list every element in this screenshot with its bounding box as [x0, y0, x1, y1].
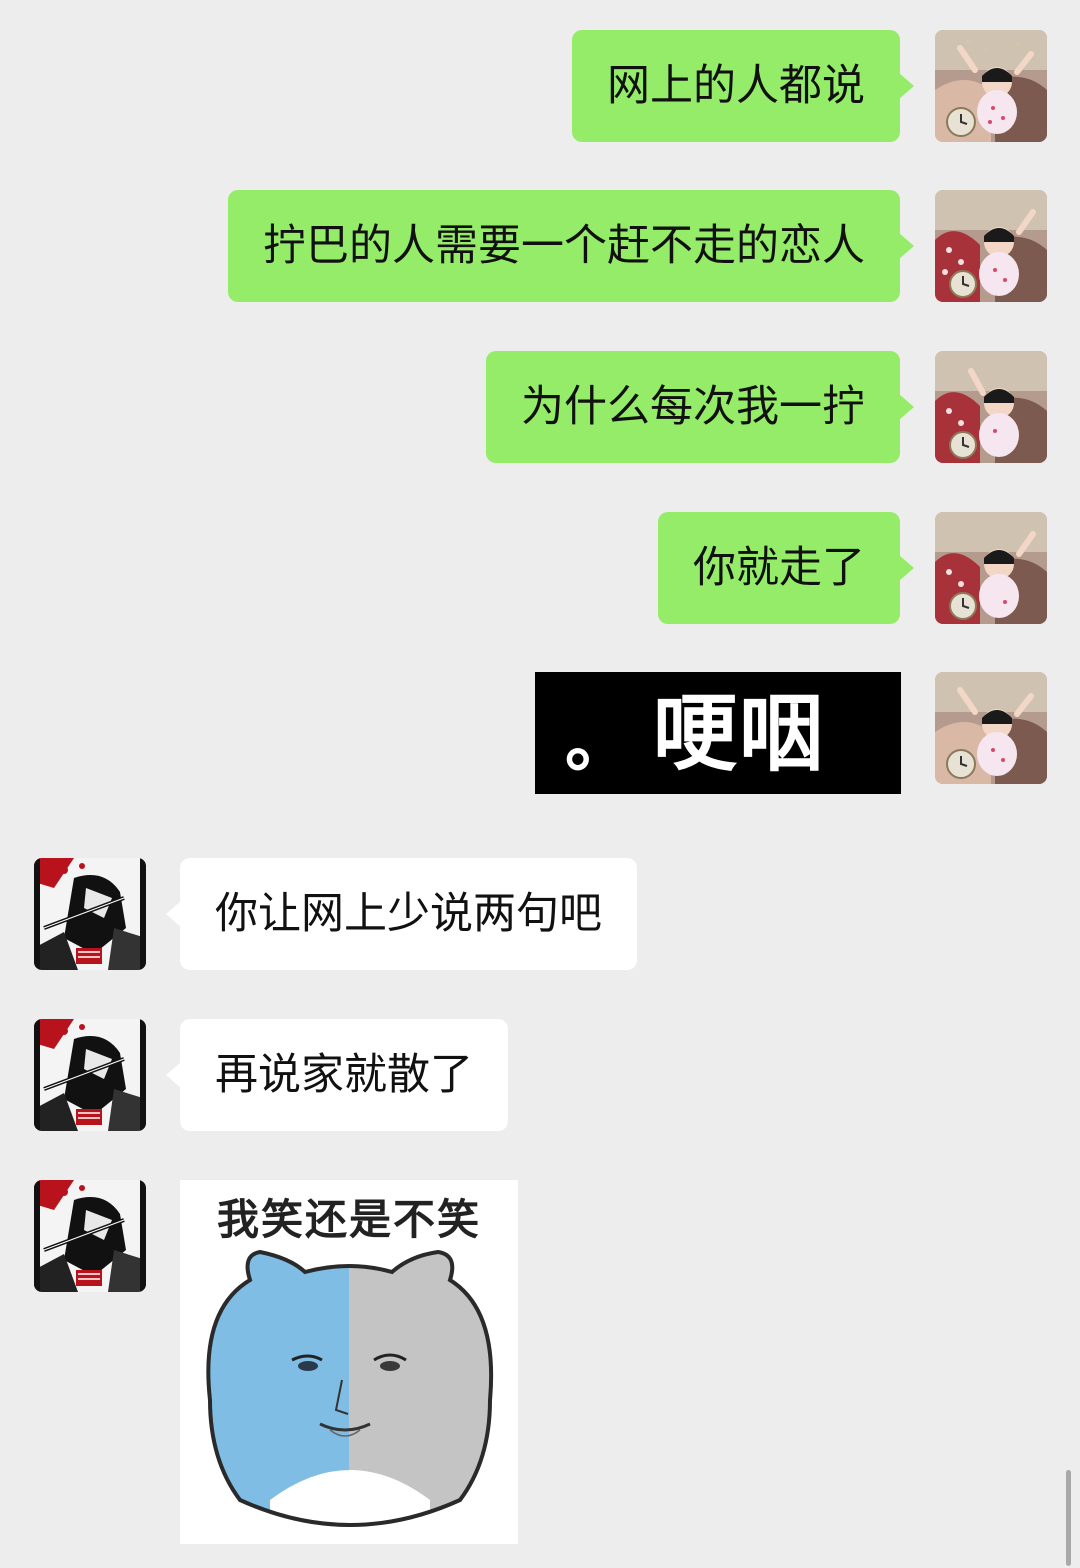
sticker-text: 哽咽: [653, 685, 826, 783]
contact-avatar[interactable]: [34, 1019, 146, 1131]
cartoon-kid-avatar-icon: [935, 512, 1047, 624]
sticker-laugh-or-not[interactable]: 我笑还是不笑: [180, 1180, 518, 1544]
my-avatar[interactable]: [935, 190, 1047, 302]
cartoon-kid-avatar-icon: [935, 190, 1047, 302]
scrollbar[interactable]: [1066, 1470, 1071, 1566]
message-bubble-sent[interactable]: 拧巴的人需要一个赶不走的恋人: [228, 190, 914, 302]
contact-avatar[interactable]: [34, 858, 146, 970]
cartoon-kid-avatar-icon: [935, 672, 1047, 784]
sticker-choking-up[interactable]: 。 哽咽: [535, 672, 901, 794]
my-avatar[interactable]: [935, 672, 1047, 784]
message-bubble-received[interactable]: 再说家就散了: [166, 1019, 508, 1131]
cartoon-kid-avatar-icon: [935, 30, 1047, 142]
sticker-prefix: 。: [565, 704, 631, 781]
chat-area[interactable]: 网上的人都说 拧巴的人需要一个赶不走的恋人 为什么每次我一拧 你就走了 。 哽咽…: [0, 0, 1080, 1568]
manga-warrior-avatar-icon: [34, 1180, 146, 1292]
cartoon-kid-avatar-icon: [935, 351, 1047, 463]
manga-warrior-avatar-icon: [34, 1019, 146, 1131]
contact-avatar[interactable]: [34, 1180, 146, 1292]
my-avatar[interactable]: [935, 512, 1047, 624]
sticker-caption: 我笑还是不笑: [216, 1195, 481, 1244]
manga-warrior-avatar-icon: [34, 858, 146, 970]
message-bubble-sent[interactable]: 你就走了: [658, 512, 914, 624]
message-bubble-sent[interactable]: 网上的人都说: [572, 30, 914, 142]
my-avatar[interactable]: [935, 30, 1047, 142]
message-bubble-sent[interactable]: 为什么每次我一拧: [486, 351, 914, 463]
message-bubble-received[interactable]: 你让网上少说两句吧: [166, 858, 637, 970]
my-avatar[interactable]: [935, 351, 1047, 463]
